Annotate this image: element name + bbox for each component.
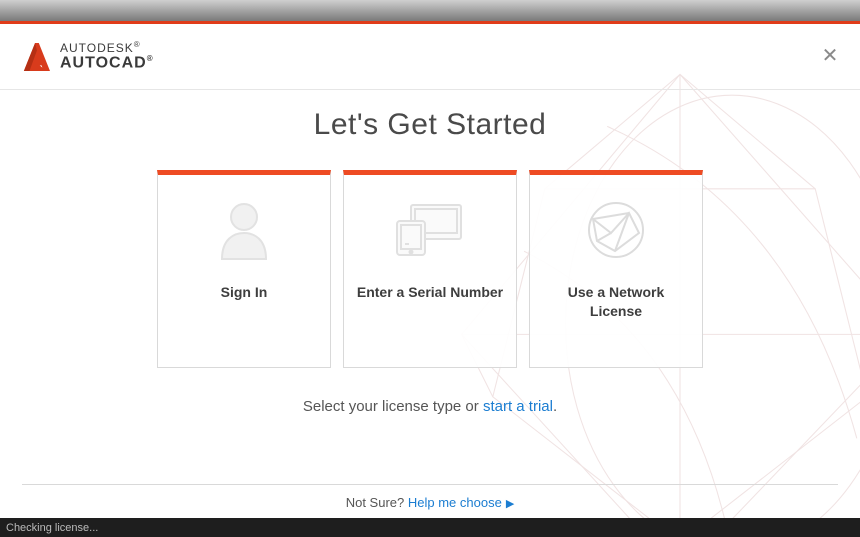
option-label: Use a Network License: [530, 283, 702, 321]
brand-company: AUTODESK®: [60, 41, 154, 55]
license-options: Sign In Enter a Seria: [157, 170, 703, 368]
license-dialog: AUTODESK® AUTOCAD® ✕ Let's Get Started: [0, 21, 860, 518]
dialog-footer: Not Sure? Help me choose ▶: [22, 484, 838, 510]
option-sign-in[interactable]: Sign In: [157, 170, 331, 368]
brand-text: AUTODESK® AUTOCAD®: [60, 41, 154, 72]
page-title: Let's Get Started: [314, 108, 547, 142]
option-serial-number[interactable]: Enter a Serial Number: [343, 170, 517, 368]
chevron-right-icon: ▶: [506, 498, 514, 510]
status-text: Checking license...: [6, 522, 98, 534]
close-icon: ✕: [822, 45, 839, 67]
network-globe-icon: [576, 195, 656, 265]
autodesk-logo-icon: [22, 41, 50, 73]
start-trial-link[interactable]: start a trial: [483, 398, 553, 415]
close-button[interactable]: ✕: [820, 46, 840, 66]
subtext-suffix: .: [553, 398, 557, 415]
subtext-prefix: Select your license type or: [303, 398, 483, 415]
user-icon: [204, 195, 284, 265]
window-titlebar: [0, 0, 860, 21]
option-label: Enter a Serial Number: [345, 283, 515, 302]
license-subtext: Select your license type or start a tria…: [303, 398, 557, 415]
footer-prefix: Not Sure?: [346, 495, 408, 510]
brand-product: AUTOCAD®: [60, 55, 154, 72]
status-bar: Checking license...: [0, 518, 860, 537]
option-label: Sign In: [209, 283, 280, 302]
dialog-content: Let's Get Started Sign In: [0, 90, 860, 518]
option-network-license[interactable]: Use a Network License: [529, 170, 703, 368]
help-me-choose-link[interactable]: Help me choose: [408, 495, 502, 510]
devices-icon: [390, 195, 470, 265]
brand: AUTODESK® AUTOCAD®: [22, 41, 154, 73]
dialog-header: AUTODESK® AUTOCAD® ✕: [0, 24, 860, 90]
